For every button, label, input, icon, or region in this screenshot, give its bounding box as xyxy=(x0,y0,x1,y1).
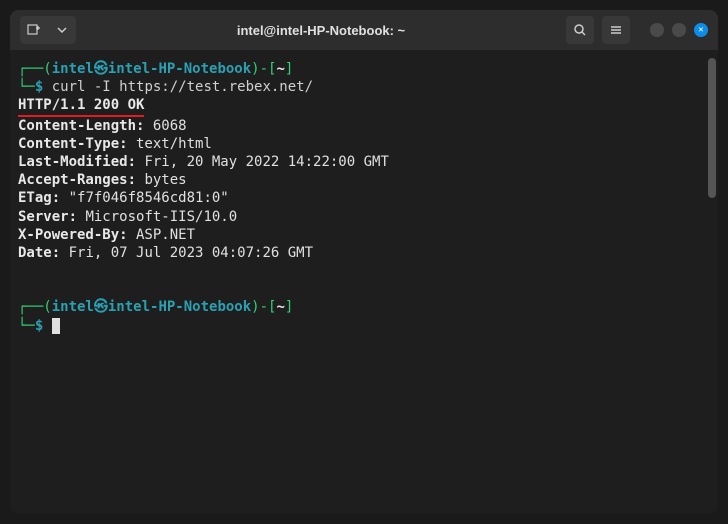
header-key: ETag: xyxy=(18,190,60,206)
prompt-path: ~ xyxy=(276,61,284,77)
minimize-button[interactable] xyxy=(650,23,664,37)
window-title: intel@intel-HP-Notebook: ~ xyxy=(84,23,558,38)
dropdown-button[interactable] xyxy=(48,16,76,44)
header-key: X-Powered-By: xyxy=(18,227,128,243)
header-value: Fri, 07 Jul 2023 04:07:26 GMT xyxy=(60,245,313,261)
close-button[interactable]: ✕ xyxy=(694,23,708,37)
chevron-down-icon xyxy=(57,25,67,35)
header-key: Server: xyxy=(18,209,77,225)
http-status-line: HTTP/1.1 200 OK xyxy=(18,96,710,116)
header-value: ASP.NET xyxy=(128,227,195,243)
header-key: Last-Modified: xyxy=(18,154,136,170)
tab-controls xyxy=(20,16,76,44)
http-status: HTTP/1.1 200 OK xyxy=(18,96,144,116)
new-tab-button[interactable] xyxy=(20,16,48,44)
header-value: Fri, 20 May 2022 14:22:00 GMT xyxy=(136,154,389,170)
prompt-at: ㉿ xyxy=(94,61,108,77)
terminal-content: ┌──(intel㉿intel-HP-Notebook)-[~] └─$ cur… xyxy=(18,60,710,335)
new-tab-icon xyxy=(27,23,41,37)
header-key: Content-Length: xyxy=(18,118,144,134)
titlebar: intel@intel-HP-Notebook: ~ ✕ xyxy=(10,10,718,50)
header-key: Accept-Ranges: xyxy=(18,172,136,188)
right-controls: ✕ xyxy=(566,16,708,44)
terminal-window: intel@intel-HP-Notebook: ~ ✕ xyxy=(10,10,718,514)
scrollbar[interactable] xyxy=(708,58,716,198)
prompt-bracket-open: ┌──( xyxy=(18,299,52,315)
prompt-user: intel xyxy=(52,299,94,315)
menu-button[interactable] xyxy=(602,16,630,44)
header-line: ETag: "f7f046f8546cd81:0" xyxy=(18,189,710,207)
prompt-end-bracket: ] xyxy=(285,299,293,315)
prompt-path: ~ xyxy=(276,299,284,315)
header-line: Server: Microsoft-IIS/10.0 xyxy=(18,208,710,226)
prompt-bracket-close: )-[ xyxy=(251,299,276,315)
search-icon xyxy=(573,23,587,37)
header-value: 6068 xyxy=(144,118,186,134)
prompt-line2-start: └─ xyxy=(18,318,35,334)
prompt-host: intel-HP-Notebook xyxy=(108,299,251,315)
prompt-host: intel-HP-Notebook xyxy=(108,61,251,77)
header-key: Content-Type: xyxy=(18,136,128,152)
prompt-bracket-close: )-[ xyxy=(251,61,276,77)
header-line: Date: Fri, 07 Jul 2023 04:07:26 GMT xyxy=(18,244,710,262)
header-value: text/html xyxy=(128,136,212,152)
header-value: bytes xyxy=(136,172,187,188)
prompt-end-bracket: ] xyxy=(285,61,293,77)
prompt-bracket-open: ┌──( xyxy=(18,61,52,77)
window-controls: ✕ xyxy=(650,23,708,37)
search-button[interactable] xyxy=(566,16,594,44)
command-line-1: └─$ curl -I https://test.rebex.net/ xyxy=(18,78,710,96)
hamburger-icon xyxy=(609,23,623,37)
maximize-button[interactable] xyxy=(672,23,686,37)
header-line: Content-Length: 6068 xyxy=(18,117,710,135)
prompt-line2-start: └─ xyxy=(18,79,35,95)
blank-line xyxy=(18,262,710,280)
header-value: "f7f046f8546cd81:0" xyxy=(60,190,229,206)
cursor xyxy=(52,318,60,334)
prompt-at: ㉿ xyxy=(94,299,108,315)
header-line: Last-Modified: Fri, 20 May 2022 14:22:00… xyxy=(18,153,710,171)
prompt-line-2: ┌──(intel㉿intel-HP-Notebook)-[~] xyxy=(18,298,710,316)
header-line: Accept-Ranges: bytes xyxy=(18,171,710,189)
header-key: Date: xyxy=(18,245,60,261)
terminal-body[interactable]: ┌──(intel㉿intel-HP-Notebook)-[~] └─$ cur… xyxy=(10,50,718,514)
command-line-2: └─$ xyxy=(18,317,710,335)
header-line: Content-Type: text/html xyxy=(18,135,710,153)
command-text: curl -I https://test.rebex.net/ xyxy=(43,79,313,95)
prompt-user: intel xyxy=(52,61,94,77)
header-value: Microsoft-IIS/10.0 xyxy=(77,209,237,225)
prompt-line-1: ┌──(intel㉿intel-HP-Notebook)-[~] xyxy=(18,60,710,78)
header-line: X-Powered-By: ASP.NET xyxy=(18,226,710,244)
blank-line xyxy=(18,280,710,298)
